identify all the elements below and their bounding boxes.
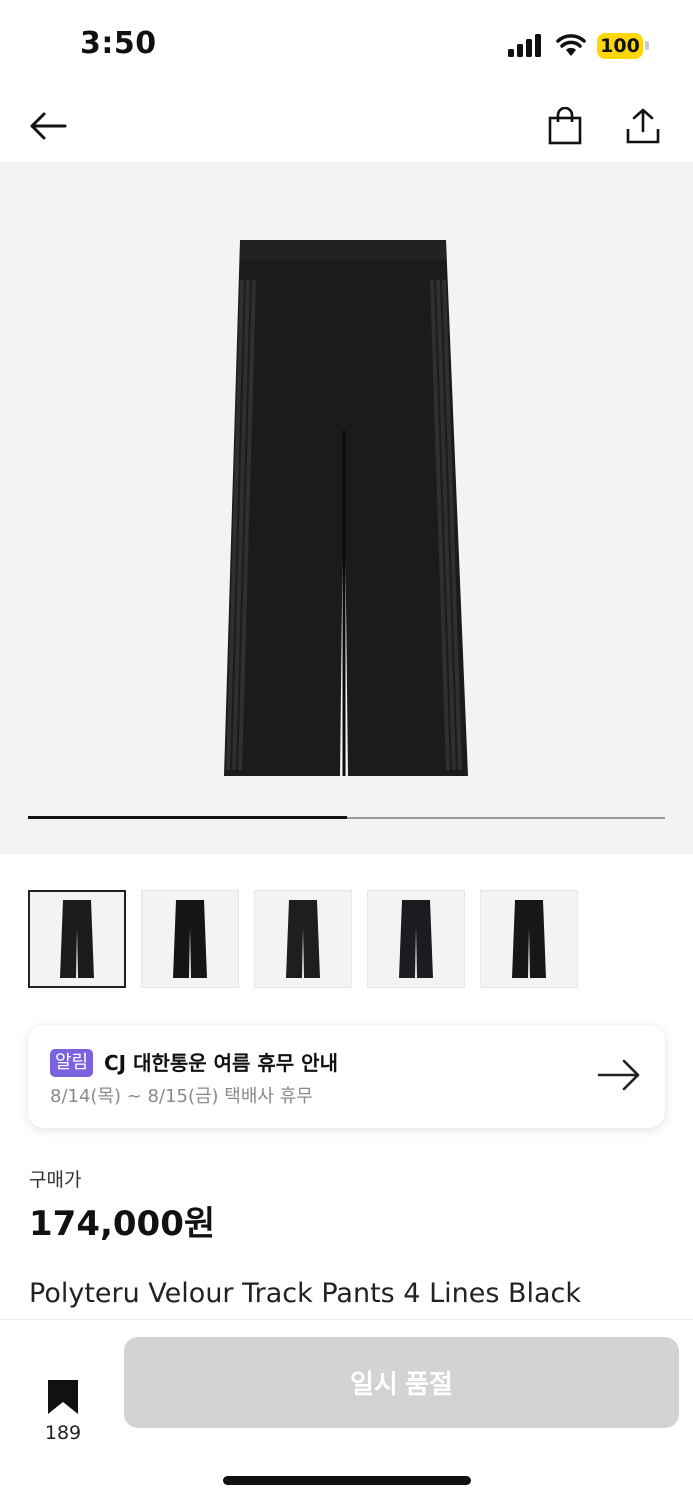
sold-out-button[interactable]: 일시 품절: [124, 1337, 679, 1428]
product-image-carousel[interactable]: [0, 162, 693, 854]
carousel-progress: [28, 816, 665, 819]
bookmark-button[interactable]: 189: [30, 1378, 96, 1444]
home-indicator: [223, 1476, 471, 1485]
bookmark-count: 189: [44, 1422, 82, 1444]
top-navigation: [0, 90, 693, 162]
bookmark-icon: [48, 1380, 78, 1414]
cart-button[interactable]: [539, 100, 591, 152]
notice-subtitle: 8/14(목) ~ 8/15(금) 택배사 휴무: [50, 1086, 313, 1107]
thumbnail-2[interactable]: [141, 890, 239, 988]
arrow-right-icon: [597, 1059, 640, 1091]
arrow-left-icon: [30, 112, 67, 140]
notice-title: CJ 대한통운 여름 휴무 안내: [104, 1051, 338, 1075]
status-bar: 3:50 100: [0, 0, 693, 90]
thumbnail-1[interactable]: [28, 890, 126, 988]
price-label: 구매가: [29, 1169, 82, 1191]
thumbnail-4[interactable]: [367, 890, 465, 988]
wifi-icon: [556, 34, 586, 56]
product-name: Polyteru Velour Track Pants 4 Lines Blac…: [29, 1278, 582, 1309]
carousel-progress-fill: [28, 816, 347, 819]
thumbnail-pants-image: [399, 900, 433, 978]
thumbnail-pants-image: [512, 900, 546, 978]
shipping-notice-card[interactable]: 알림 CJ 대한통운 여름 휴무 안내 8/14(목) ~ 8/15(금) 택배…: [28, 1025, 665, 1128]
thumbnail-pants-image: [173, 900, 207, 978]
battery-cap: [645, 41, 649, 50]
thumbnail-pants-image: [286, 900, 320, 978]
battery-icon: 100: [597, 33, 643, 59]
thumbnail-3[interactable]: [254, 890, 352, 988]
price-value: 174,000원: [29, 1204, 216, 1244]
share-icon: [626, 108, 660, 144]
thumbnail-5[interactable]: [480, 890, 578, 988]
thumbnail-pants-image: [60, 900, 94, 978]
shopping-bag-icon: [548, 107, 582, 145]
product-image-pants: [224, 240, 468, 776]
cellular-signal-icon: [508, 34, 541, 57]
back-button[interactable]: [22, 100, 74, 152]
status-time: 3:50: [80, 26, 157, 61]
thumbnail-strip: [28, 890, 578, 988]
share-button[interactable]: [617, 100, 669, 152]
notice-badge: 알림: [50, 1049, 94, 1077]
bottom-action-bar: 189 일시 품절: [0, 1320, 693, 1500]
